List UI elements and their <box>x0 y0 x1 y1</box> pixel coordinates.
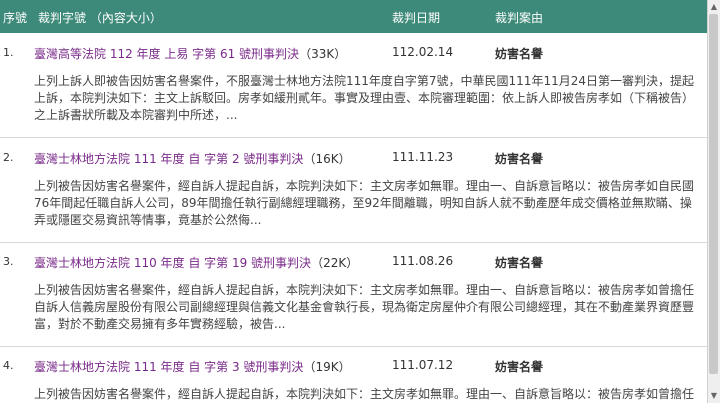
row-number: 1. <box>3 46 14 59</box>
row-number: 4. <box>3 359 14 372</box>
case-link[interactable]: 臺灣高等法院 112 年度 上易 字第 61 號刑事判決（33K） <box>34 45 346 62</box>
judgment-date: 111.07.12 <box>392 358 454 372</box>
scroll-up-icon[interactable]: ▲ <box>708 1 720 13</box>
case-summary: 上列被告因妨害名譽案件，經自訴人提起自訴，本院判決如下：主文房孝如無罪。理由一、… <box>34 179 695 227</box>
judgment-date: 112.02.14 <box>392 45 454 59</box>
case-summary: 上列被告因妨害名譽案件，經自訴人提起自訴，本院判決如下：主文房孝如無罪。理由一、… <box>34 283 695 331</box>
content-size: （33K） <box>299 47 347 61</box>
scrollbar-thumb[interactable] <box>709 14 718 374</box>
case-summary: 上列上訴人即被告因妨害名譽案件，不服臺灣士林地方法院111年度自字第7號，中華民… <box>34 74 695 122</box>
header-date: 裁判日期 <box>392 11 441 25</box>
judgment-date: 111.11.23 <box>392 150 454 164</box>
row-number: 2. <box>3 151 14 164</box>
header-cause: 裁判案由 <box>495 11 544 25</box>
results-table: 序號 裁判字號 （內容大小） 裁判日期 裁判案由 1. 臺灣高等法院 112 年… <box>0 0 707 403</box>
content-size: （19K） <box>303 360 351 374</box>
row-number: 3. <box>3 255 14 268</box>
table-row: 4. 臺灣士林地方法院 111 年度 自 字第 3 號刑事判決（19K） 111… <box>0 353 707 403</box>
judgment-cause: 妨害名譽 <box>495 360 544 374</box>
header-case: 裁判字號 （內容大小） <box>38 11 162 25</box>
case-link[interactable]: 臺灣士林地方法院 110 年度 自 字第 19 號刑事判決（22K） <box>34 254 358 271</box>
judgment-cause: 妨害名譽 <box>495 47 544 61</box>
table-header: 序號 裁判字號 （內容大小） 裁判日期 裁判案由 <box>0 0 707 33</box>
table-row: 3. 臺灣士林地方法院 110 年度 自 字第 19 號刑事判決（22K） 11… <box>0 249 707 344</box>
row-divider <box>0 346 707 347</box>
content-size: （22K） <box>311 256 359 270</box>
judgment-cause: 妨害名譽 <box>495 152 544 166</box>
scroll-down-icon[interactable]: ▼ <box>708 390 720 402</box>
case-link[interactable]: 臺灣士林地方法院 111 年度 自 字第 3 號刑事判決（19K） <box>34 358 351 375</box>
table-row: 1. 臺灣高等法院 112 年度 上易 字第 61 號刑事判決（33K） 112… <box>0 40 707 137</box>
case-link[interactable]: 臺灣士林地方法院 111 年度 自 字第 2 號刑事判決（16K） <box>34 150 351 167</box>
header-no: 序號 <box>3 11 28 25</box>
content-size: （16K） <box>303 152 351 166</box>
judgment-cause: 妨害名譽 <box>495 256 544 270</box>
row-divider <box>0 242 707 243</box>
case-summary: 上列被告因妨害名譽案件，經自訴人提起自訴，本院判決如下：主文房孝如無罪。理由一、… <box>34 387 695 401</box>
judgment-date: 111.08.26 <box>392 254 454 268</box>
table-row: 2. 臺灣士林地方法院 111 年度 自 字第 2 號刑事判決（16K） 111… <box>0 145 707 240</box>
row-divider <box>0 137 707 138</box>
